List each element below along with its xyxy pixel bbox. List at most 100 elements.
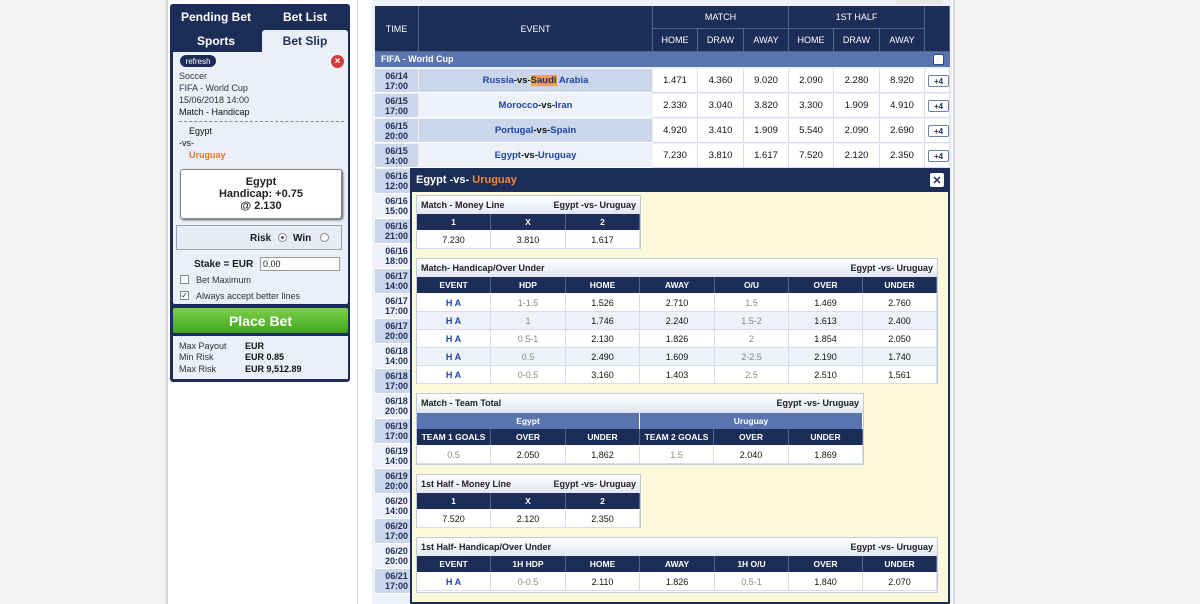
odds-cell[interactable]: 2.330	[653, 94, 698, 118]
bet-maximum-checkbox[interactable]	[180, 275, 189, 284]
odds-away[interactable]: 2.710	[640, 294, 715, 312]
odds-over[interactable]: 1.854	[789, 330, 863, 348]
odds-away[interactable]: 2.350	[566, 510, 640, 528]
odds-cell[interactable]: 2.090	[789, 69, 834, 93]
odds-draw[interactable]: 3.810	[491, 231, 566, 249]
risk-radio[interactable]	[278, 233, 287, 242]
odds-over[interactable]: 1.613	[789, 312, 863, 330]
odds-home[interactable]: 7.520	[417, 510, 491, 528]
odds-under[interactable]: 2.400	[863, 312, 937, 330]
column-header: X	[491, 214, 566, 230]
home-team[interactable]: Egypt	[495, 150, 521, 161]
odds-cell[interactable]: 8.920	[880, 69, 925, 93]
home-team[interactable]: Russia	[483, 75, 514, 86]
place-bet-button[interactable]: Place Bet	[173, 308, 348, 333]
odds-over[interactable]: 2.040	[714, 446, 789, 464]
money-line-title: Match - Money Line Egypt -vs- Uruguay	[417, 196, 640, 215]
more-markets-button[interactable]: +4	[928, 125, 949, 137]
home-team[interactable]: Portugal	[495, 125, 534, 136]
odds-cell[interactable]: 2.350	[880, 144, 925, 168]
odds-away[interactable]: 1.826	[640, 573, 715, 591]
win-radio[interactable]	[320, 233, 329, 242]
event-name[interactable]: Portugal -vs- Spain	[419, 119, 652, 143]
more-markets-button[interactable]: +4	[928, 150, 949, 162]
odds-away[interactable]: 1.609	[640, 348, 715, 366]
odds-home[interactable]: 1.746	[566, 312, 640, 330]
odds-cell[interactable]: 2.690	[880, 119, 925, 143]
odds-under[interactable]: 2.760	[863, 294, 937, 312]
odds-under[interactable]: 1.561	[863, 366, 937, 384]
event-link[interactable]: H A	[417, 330, 491, 348]
away-team[interactable]: Uruguay	[538, 150, 577, 161]
odds-cell[interactable]: 3.040	[698, 94, 744, 118]
odds-home[interactable]: 2.490	[566, 348, 640, 366]
away-team[interactable]: Spain	[550, 125, 576, 136]
odds-away[interactable]: 2.240	[640, 312, 715, 330]
odds-under[interactable]: 1.869	[789, 446, 863, 464]
odds-home[interactable]: 2.130	[566, 330, 640, 348]
event-link[interactable]: H A	[417, 312, 491, 330]
odds-cell[interactable]: 2.120	[834, 144, 880, 168]
odds-under[interactable]: 1.740	[863, 348, 937, 366]
odds-cell[interactable]: 4.920	[653, 119, 698, 143]
odds-home[interactable]: 3.160	[566, 366, 640, 384]
away-team-suffix[interactable]: Arabia	[557, 75, 589, 86]
odds-cell[interactable]: 4.360	[698, 69, 744, 93]
event-link[interactable]: H A	[417, 366, 491, 384]
accept-better-lines-checkbox[interactable]: ✓	[180, 291, 189, 300]
odds-home[interactable]: 7.230	[417, 231, 491, 249]
odds-cell[interactable]: 5.540	[789, 119, 834, 143]
tab-pending-bet[interactable]: Pending Bet	[173, 6, 259, 28]
event-date: 06/15	[385, 96, 408, 106]
odds-cell[interactable]: 2.280	[834, 69, 880, 93]
event-link[interactable]: H A	[417, 294, 491, 312]
close-icon[interactable]: ✕	[930, 173, 944, 187]
odds-cell[interactable]: 3.300	[789, 94, 834, 118]
odds-draw[interactable]: 2.120	[491, 510, 566, 528]
odds-cell[interactable]: 4.910	[880, 94, 925, 118]
event-name[interactable]: Morocco -vs- Iran	[419, 94, 652, 118]
odds-cell[interactable]: 1.909	[834, 94, 880, 118]
odds-over[interactable]: 2.510	[789, 366, 863, 384]
stake-input[interactable]: 0.00	[260, 257, 340, 271]
odds-cell[interactable]: 1.617	[744, 144, 789, 168]
odds-cell[interactable]: 3.810	[698, 144, 744, 168]
event-name[interactable]: Russia -vs- Saudi Arabia	[419, 69, 652, 93]
more-markets-button[interactable]: +4	[928, 75, 949, 87]
odds-cell[interactable]: 1.471	[653, 69, 698, 93]
odds-cell[interactable]: 3.820	[744, 94, 789, 118]
calendar-icon[interactable]	[933, 54, 944, 65]
event-name[interactable]: Egypt -vs- Uruguay	[419, 144, 652, 168]
refresh-button[interactable]: refresh	[180, 55, 216, 67]
top-control[interactable]	[895, 0, 943, 4]
remove-bet-icon[interactable]: ×	[331, 55, 344, 68]
odds-over[interactable]: 1.840	[789, 573, 863, 591]
odds-cell[interactable]: 1.909	[744, 119, 789, 143]
header-match-draw: DRAW	[698, 29, 744, 52]
event-link[interactable]: H A	[417, 573, 491, 591]
odds-cell[interactable]: 9.020	[744, 69, 789, 93]
odds-under[interactable]: 1.862	[566, 446, 640, 464]
away-team[interactable]: Iran	[555, 100, 572, 111]
away-team[interactable]: Saudi	[530, 75, 557, 86]
home-team[interactable]: Morocco	[499, 100, 539, 111]
odds-cell[interactable]: 2.090	[834, 119, 880, 143]
more-markets-button[interactable]: +4	[928, 100, 949, 112]
odds-home[interactable]: 1.526	[566, 294, 640, 312]
odds-over[interactable]: 1.469	[789, 294, 863, 312]
odds-away[interactable]: 1.617	[566, 231, 640, 249]
tab-bet-slip[interactable]: Bet Slip	[262, 30, 348, 52]
tab-sports[interactable]: Sports	[173, 30, 259, 52]
odds-cell[interactable]: 7.230	[653, 144, 698, 168]
odds-cell[interactable]: 7.520	[789, 144, 834, 168]
odds-cell[interactable]: 3.410	[698, 119, 744, 143]
tab-bet-list[interactable]: Bet List	[262, 6, 348, 28]
odds-under[interactable]: 2.070	[863, 573, 937, 591]
odds-over[interactable]: 2.190	[789, 348, 863, 366]
odds-over[interactable]: 2.050	[491, 446, 566, 464]
odds-away[interactable]: 1.826	[640, 330, 715, 348]
event-link[interactable]: H A	[417, 348, 491, 366]
odds-home[interactable]: 2.110	[566, 573, 640, 591]
odds-under[interactable]: 2.050	[863, 330, 937, 348]
odds-away[interactable]: 1.403	[640, 366, 715, 384]
